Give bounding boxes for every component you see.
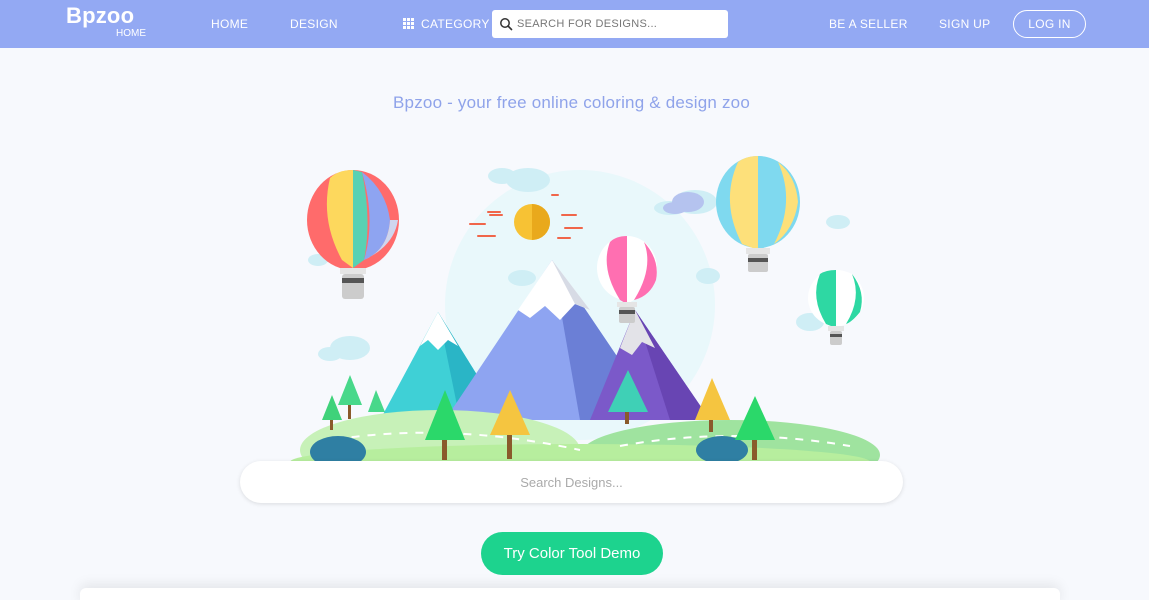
content-card-edge	[80, 588, 1060, 600]
logo-home-label[interactable]: HOME	[116, 28, 156, 39]
logo-title[interactable]: Bpzoo	[66, 4, 134, 28]
hero-search-box	[240, 461, 903, 503]
category-grid-icon[interactable]	[403, 18, 414, 29]
nav-category-link[interactable]: CATEGORY	[421, 17, 490, 31]
hero-tagline: Bpzoo - your free online coloring & desi…	[393, 93, 750, 112]
nav-design-link[interactable]: DESIGN	[290, 17, 338, 31]
hot-air-balloon-illustration	[290, 156, 880, 462]
search-icon	[500, 18, 513, 31]
top-navbar: Bpzoo HOME HOME DESIGN CATEGORY BE A SEL…	[0, 0, 1149, 48]
nav-sign-up-link[interactable]: SIGN UP	[939, 17, 990, 31]
nav-search-box	[492, 10, 728, 38]
logo[interactable]: Bpzoo HOME	[66, 4, 146, 40]
log-in-button[interactable]: LOG IN	[1013, 10, 1086, 38]
hero-search-input[interactable]	[240, 461, 903, 503]
nav-search-input[interactable]	[517, 10, 722, 38]
nav-home-link[interactable]: HOME	[211, 17, 248, 31]
try-color-tool-demo-button[interactable]: Try Color Tool Demo	[481, 532, 663, 575]
nav-be-seller-link[interactable]: BE A SELLER	[829, 17, 908, 31]
